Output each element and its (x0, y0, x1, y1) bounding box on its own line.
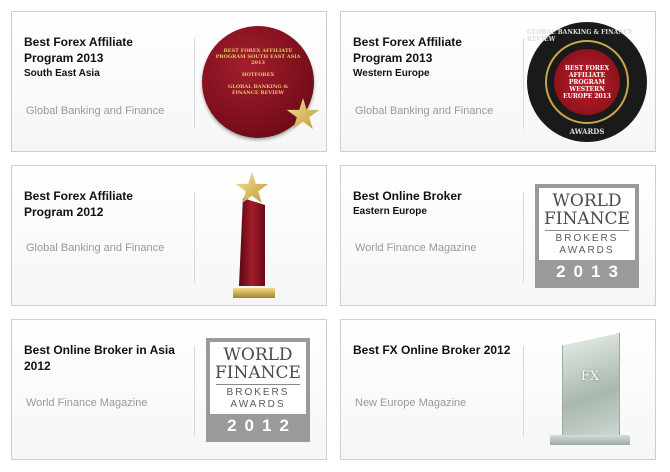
card-divider (523, 346, 524, 437)
award-title: Best Online Broker (353, 189, 462, 203)
trophy-base (233, 288, 275, 298)
award-card-fx-broker-2012: Best FX Online Broker 2012 New Europe Ma… (340, 319, 656, 460)
badge-year: 2013 (556, 262, 626, 281)
award-title: Best FX Online Broker 2012 (353, 343, 511, 357)
badge-line-world: WORLD (223, 345, 293, 365)
award-source: New Europe Magazine (355, 397, 467, 409)
award-image: WORLD FINANCE BROKERS AWARDS 2012 (198, 325, 318, 455)
award-region: Eastern Europe (353, 206, 427, 217)
glass-award-icon: FX (544, 331, 630, 449)
award-region: South East Asia (24, 68, 100, 79)
award-plaque-icon: BEST FOREX AFFILIATE PROGRAM SOUTH EAST … (202, 26, 320, 138)
world-finance-badge-icon: WORLD FINANCE BROKERS AWARDS 2013 (535, 184, 639, 288)
card-divider (194, 38, 195, 129)
award-image: WORLD FINANCE BROKERS AWARDS 2013 (527, 171, 647, 301)
award-title: Best Forex Affiliate Program 2012 (24, 189, 133, 219)
award-image: FX (527, 325, 647, 455)
award-source: World Finance Magazine (26, 397, 148, 409)
badge-line-finance: FINANCE (544, 209, 630, 229)
award-seal-icon: GLOBAL BANKING & FINANCE REVIEW BEST FOR… (527, 22, 647, 142)
award-image (198, 171, 318, 301)
badge-line-awards: AWARDS (559, 245, 615, 256)
badge-year: 2012 (227, 416, 297, 435)
trophy-body (239, 198, 265, 286)
award-card-online-broker-asia-2012: Best Online Broker in Asia 2012 World Fi… (11, 319, 327, 460)
badge-line-world: WORLD (552, 191, 622, 211)
award-source: Global Banking and Finance (26, 242, 165, 254)
seal-ring (545, 40, 629, 124)
award-card-affiliate-2012: Best Forex Affiliate Program 2012 Global… (11, 165, 327, 306)
card-divider (523, 38, 524, 129)
award-region: Western Europe (353, 68, 430, 79)
award-title: Best Online Broker in Asia 2012 (24, 343, 175, 373)
award-card-online-broker-ee: Best Online Broker Eastern Europe World … (340, 165, 656, 306)
badge-line-brokers: BROKERS (216, 384, 300, 399)
seal-ring-bottom-text: AWARDS (569, 127, 605, 136)
star-icon (286, 98, 320, 129)
glass-pane (562, 333, 620, 437)
award-card-affiliate-we-2013: Best Forex Affiliate Program 2013 Wester… (340, 11, 656, 152)
award-source: Global Banking and Finance (26, 105, 165, 117)
award-card-affiliate-sea-2013: Best Forex Affiliate Program 2013 South … (11, 11, 327, 152)
glass-base (550, 435, 630, 445)
glass-fx-mark: FX (580, 369, 600, 384)
world-finance-badge-icon: WORLD FINANCE BROKERS AWARDS 2012 (206, 338, 310, 442)
award-image: BEST FOREX AFFILIATE PROGRAM SOUTH EAST … (198, 17, 320, 147)
seal-ring-top-text: GLOBAL BANKING & FINANCE REVIEW (527, 29, 634, 43)
award-image: GLOBAL BANKING & FINANCE REVIEW BEST FOR… (527, 17, 647, 147)
badge-line-brokers: BROKERS (545, 230, 629, 245)
card-divider (194, 346, 195, 437)
badge-line-finance: FINANCE (215, 363, 301, 383)
award-title: Best Forex Affiliate Program 2013 (24, 35, 133, 65)
star-trophy-icon (233, 172, 283, 300)
card-divider (523, 192, 524, 283)
award-title: Best Forex Affiliate Program 2013 (353, 35, 462, 65)
award-source: World Finance Magazine (355, 242, 477, 254)
plaque-text: BEST FOREX AFFILIATE PROGRAM SOUTH EAST … (215, 48, 301, 96)
badge-line-awards: AWARDS (230, 399, 286, 410)
award-source: Global Banking and Finance (355, 105, 494, 117)
card-divider (194, 192, 195, 283)
